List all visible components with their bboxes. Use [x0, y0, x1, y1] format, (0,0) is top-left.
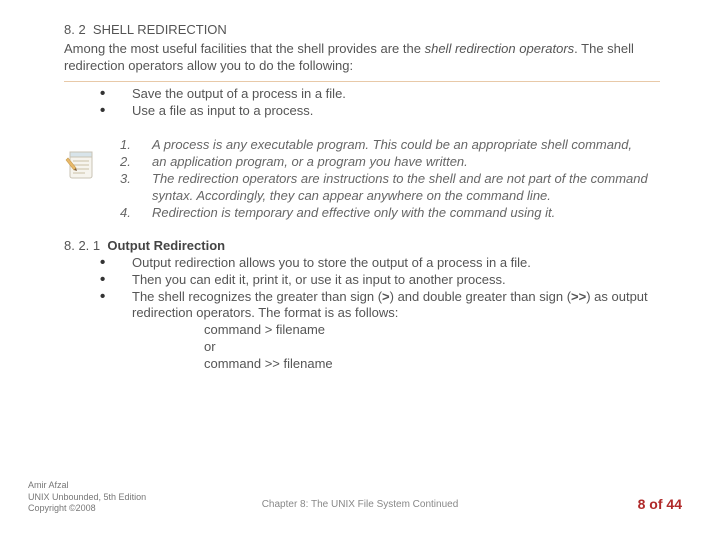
numbered-notes: 1. A process is any executable program. …	[120, 137, 664, 221]
note-number: 2.	[120, 154, 152, 171]
bullet-dot-icon: •	[100, 289, 132, 373]
bullet-text: Then you can edit it, print it, or use i…	[132, 272, 664, 289]
slide-page: 8. 2 SHELL REDIRECTION Among the most us…	[0, 0, 720, 540]
bullet-dot-icon: •	[100, 255, 132, 272]
page-number: 8 of 44	[638, 496, 682, 512]
list-item: • Save the output of a process in a file…	[100, 86, 664, 103]
note-number: 3.	[120, 171, 152, 205]
list-item: • Then you can edit it, print it, or use…	[100, 272, 664, 289]
intro-paragraph: Among the most useful facilities that th…	[64, 41, 664, 75]
note-text: The redirection operators are instructio…	[152, 171, 664, 205]
divider	[64, 81, 660, 82]
section-number: 8. 2	[64, 22, 86, 37]
list-item: • The shell recognizes the greater than …	[100, 289, 664, 373]
subsection-heading: 8. 2. 1 Output Redirection	[64, 238, 664, 255]
command-line: command > filename	[204, 322, 664, 339]
page-of: of	[645, 496, 666, 512]
subsection-bullets: • Output redirection allows you to store…	[100, 255, 664, 373]
note-text: A process is any executable program. Thi…	[152, 137, 664, 154]
note-text: an application program, or a program you…	[152, 154, 664, 171]
bullet-dot-icon: •	[100, 272, 132, 289]
note-number: 1.	[120, 137, 152, 154]
list-item: • Output redirection allows you to store…	[100, 255, 664, 272]
section-title: SHELL REDIRECTION	[93, 22, 227, 37]
bullet-dot-icon: •	[100, 103, 132, 120]
subsection-title: Output Redirection	[107, 238, 225, 253]
list-item: 2. an application program, or a program …	[120, 154, 664, 171]
intro-term: shell redirection operators	[425, 41, 575, 56]
bullet-text: Use a file as input to a process.	[132, 103, 664, 120]
command-line: command >> filename	[204, 356, 664, 373]
subsection: 8. 2. 1 Output Redirection • Output redi…	[64, 238, 664, 373]
section-heading: 8. 2 SHELL REDIRECTION	[64, 22, 664, 39]
bullet-list: • Save the output of a process in a file…	[100, 86, 664, 120]
greater-than-symbol: >	[382, 289, 390, 304]
notepad-icon	[64, 148, 98, 182]
note-number: 4.	[120, 205, 152, 222]
list-item: 4. Redirection is temporary and effectiv…	[120, 205, 664, 222]
b3-pre: The shell recognizes the greater than si…	[132, 289, 382, 304]
command-examples: command > filename or command >> filenam…	[204, 322, 664, 373]
bullet-text: The shell recognizes the greater than si…	[132, 289, 664, 373]
list-item: 1. A process is any executable program. …	[120, 137, 664, 154]
bullet-text: Save the output of a process in a file.	[132, 86, 664, 103]
b3-mid: ) and double greater than sign (	[390, 289, 571, 304]
bullet-text: Output redirection allows you to store t…	[132, 255, 664, 272]
list-item: 3. The redirection operators are instruc…	[120, 171, 664, 205]
bullet-dot-icon: •	[100, 86, 132, 103]
footer-chapter: Chapter 8: The UNIX File System Continue…	[0, 499, 720, 510]
page-total: 44	[666, 496, 682, 512]
command-or: or	[204, 339, 664, 356]
author: Amir Afzal	[28, 480, 146, 491]
subsection-number: 8. 2. 1	[64, 238, 100, 253]
main-content: 8. 2 SHELL REDIRECTION Among the most us…	[64, 22, 664, 373]
note-text: Redirection is temporary and effective o…	[152, 205, 664, 222]
intro-pre: Among the most useful facilities that th…	[64, 41, 425, 56]
list-item: • Use a file as input to a process.	[100, 103, 664, 120]
double-greater-than-symbol: >>	[571, 289, 586, 304]
